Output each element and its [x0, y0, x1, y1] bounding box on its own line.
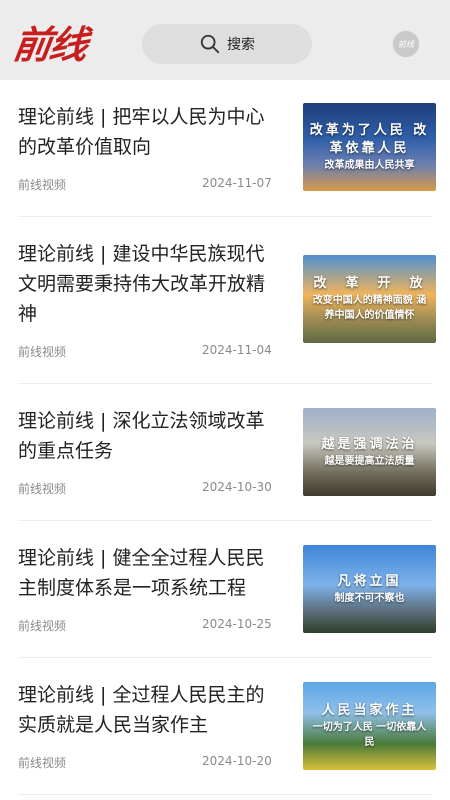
article-date: 2024-11-04 [202, 343, 272, 357]
article-thumbnail[interactable]: 改 革 开 放 改变中国人的精神面貌 涵养中国人的价值情怀 [303, 255, 436, 343]
article-thumbnail[interactable]: 人民当家作主 一切为了人民 一切依靠人民 [303, 682, 436, 770]
thumbnail-subcaption: 一切为了人民 一切依靠人民 [312, 722, 427, 748]
top-bar: 前线 搜索 前线 [0, 0, 450, 80]
list-item[interactable]: 理论前线 | 健全全过程人民民主制度体系是一项系统工程 前线视频 2024-10… [18, 521, 436, 658]
thumbnail-caption: 越是强调法治 [321, 436, 418, 452]
thumbnail-caption: 凡将立国 [337, 573, 402, 589]
article-title[interactable]: 理论前线 | 全过程人民民主的实质就是人民当家作主 [18, 680, 276, 740]
list-item[interactable]: 理论前线 | 建设中华民族现代文明需要秉持伟大改革开放精神 前线视频 2024-… [18, 217, 436, 384]
search-icon [200, 34, 220, 54]
thumbnail-caption: 改 革 开 放 [313, 276, 426, 291]
app-logo[interactable]: 前线 [10, 14, 98, 68]
article-title[interactable]: 理论前线 | 把牢以人民为中心的改革价值取向 [18, 102, 276, 162]
thumbnail-subcaption: 制度不可不察也 [334, 592, 405, 604]
list-item[interactable]: 理论前线 | 深化立法领域改革的重点任务 前线视频 2024-10-30 越是强… [18, 384, 436, 521]
thumbnail-caption: 改革为了人民 改革依靠人民 [309, 122, 430, 156]
article-list: 理论前线 | 把牢以人民为中心的改革价值取向 前线视频 2024-11-07 改… [0, 80, 450, 795]
list-item[interactable]: 理论前线 | 把牢以人民为中心的改革价值取向 前线视频 2024-11-07 改… [18, 80, 436, 217]
thumbnail-subcaption: 改变中国人的精神面貌 涵养中国人的价值情怀 [312, 295, 427, 321]
thumbnail-subcaption: 改革成果由人民共享 [324, 159, 415, 171]
article-date: 2024-11-07 [202, 176, 272, 190]
search-bar[interactable]: 搜索 [142, 24, 312, 64]
article-source: 前线视频 [18, 756, 67, 770]
article-source: 前线视频 [18, 345, 67, 359]
article-date: 2024-10-25 [202, 617, 272, 631]
article-source: 前线视频 [18, 482, 67, 496]
article-date: 2024-10-20 [202, 754, 272, 768]
thumbnail-caption: 人民当家作主 [321, 703, 418, 718]
article-title[interactable]: 理论前线 | 深化立法领域改革的重点任务 [18, 406, 276, 466]
avatar[interactable]: 前线 [392, 30, 420, 58]
article-thumbnail[interactable]: 凡将立国 制度不可不察也 [303, 545, 436, 633]
article-source: 前线视频 [18, 178, 67, 192]
thumbnail-subcaption: 越是要提高立法质量 [324, 455, 415, 467]
article-title[interactable]: 理论前线 | 建设中华民族现代文明需要秉持伟大改革开放精神 [18, 239, 276, 329]
article-source: 前线视频 [18, 619, 67, 633]
article-thumbnail[interactable]: 改革为了人民 改革依靠人民 改革成果由人民共享 [303, 103, 436, 191]
article-date: 2024-10-30 [202, 480, 272, 494]
list-item[interactable]: 理论前线 | 全过程人民民主的实质就是人民当家作主 前线视频 2024-10-2… [18, 658, 436, 795]
article-title[interactable]: 理论前线 | 健全全过程人民民主制度体系是一项系统工程 [18, 543, 276, 603]
search-label: 搜索 [227, 37, 255, 53]
article-thumbnail[interactable]: 越是强调法治 越是要提高立法质量 [303, 408, 436, 496]
